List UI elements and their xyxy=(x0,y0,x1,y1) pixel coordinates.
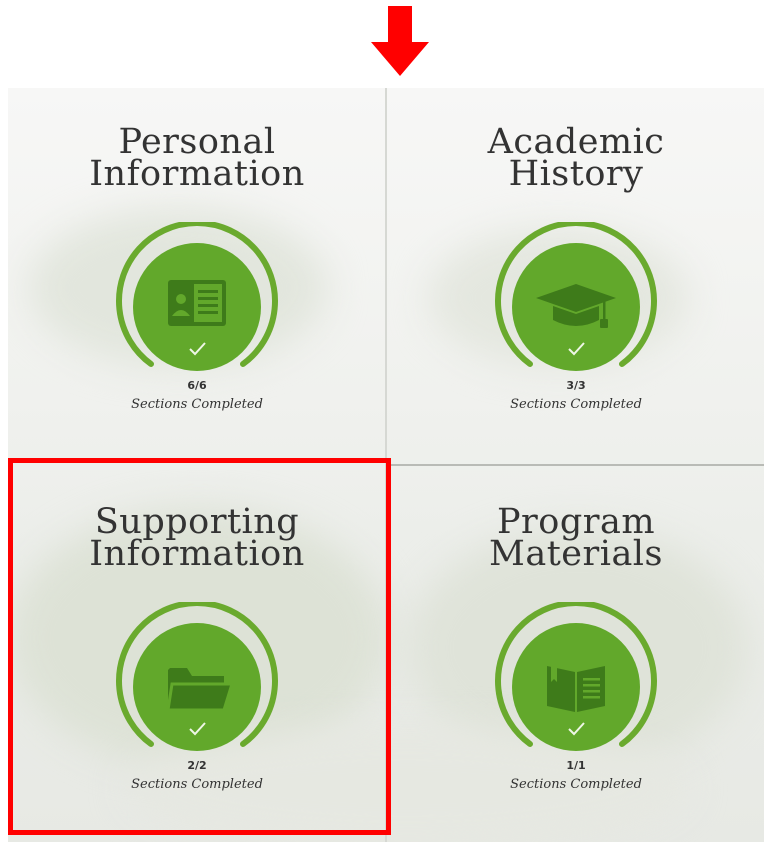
sections-count: 6/6 xyxy=(187,379,207,392)
sections-count: 3/3 xyxy=(566,379,586,392)
tile-title: Academic History xyxy=(487,122,665,194)
sections-caption: Sections Completed xyxy=(131,397,263,412)
progress-ring xyxy=(495,222,657,371)
tile-program-materials[interactable]: Program Materials 1/1 Sections Completed xyxy=(387,468,764,843)
tile-title: Program Materials xyxy=(489,502,663,574)
highlight-box xyxy=(8,458,391,835)
arrow-down-icon xyxy=(371,6,429,76)
tile-academic-history[interactable]: Academic History 3/3 Sections Completed xyxy=(387,88,764,463)
sections-caption: Sections Completed xyxy=(510,397,642,412)
progress-ring xyxy=(495,602,657,751)
tile-divider-horizontal xyxy=(387,464,764,466)
tile-personal-information[interactable]: Personal Information 6/6 Sections Comple… xyxy=(8,88,386,463)
sections-count: 1/1 xyxy=(566,759,586,772)
progress-ring xyxy=(116,222,278,371)
sections-caption: Sections Completed xyxy=(510,777,642,792)
tile-title: Personal Information xyxy=(89,122,305,194)
id-card-icon xyxy=(168,280,226,326)
